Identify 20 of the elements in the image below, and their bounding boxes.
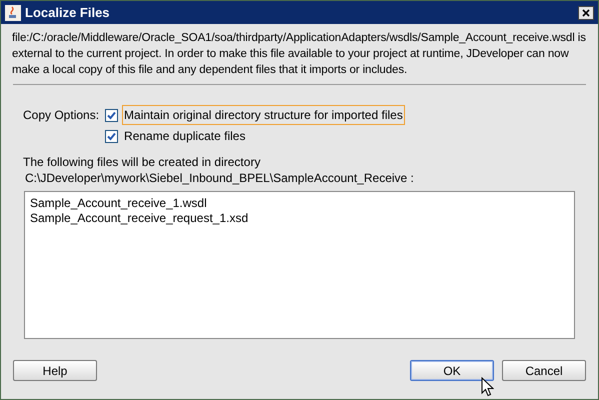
checkbox[interactable] [105,130,118,142]
checkmark-icon [107,110,116,120]
mouse-cursor-icon [481,377,494,397]
copy-options-label: Copy Options: [23,107,100,124]
dialog-button[interactable]: Cancel [502,360,586,381]
checkbox[interactable] [105,108,118,122]
file-name[interactable]: Sample_Account_receive_1.wsdl [30,196,207,211]
file-name[interactable]: Sample_Account_receive_request_1.xsd [30,211,248,226]
dialog-button[interactable]: OK [410,360,494,381]
checkmark-icon [107,132,116,140]
message-text: file:/C:/oracle/Middleware/Oracle_SOA1/soa/thirdparty/ApplicationAdapters/wsdls/Sample_Account_receive.wsdl is external to the current project. In order to make this file available to your project at runtime, JDeveloper can now make a local copy of this file and any dependent files that it imports or includes. [12,31,587,78]
directory-path: C:\JDeveloper\mywork\Siebel_Inbound_BPEL\SampleAccount_Receive : [25,170,415,186]
window-title: Localize Files [25,4,111,22]
option-label[interactable]: Maintain original directory structure for imported files [122,105,405,125]
java-cup-icon [5,4,21,20]
option-label[interactable]: Rename duplicate files [122,126,248,146]
close-icon [582,8,590,16]
dialog-button[interactable]: Help [13,360,97,381]
close-button[interactable] [578,6,594,20]
files-heading: The following files will be created in directory [23,154,262,170]
